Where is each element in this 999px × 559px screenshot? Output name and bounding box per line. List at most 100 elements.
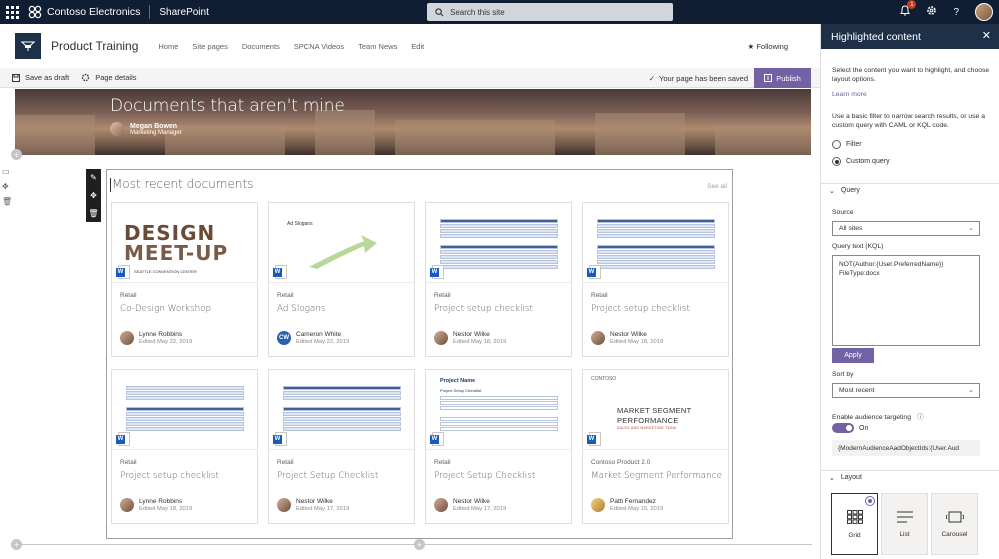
chevron-down-icon: ⌄ xyxy=(829,474,835,482)
document-card[interactable]: W Retail Project Setup Checklist Nestor … xyxy=(268,369,415,524)
card-title[interactable]: Project Setup Checklist xyxy=(434,471,535,481)
site-title[interactable]: Product Training xyxy=(51,39,138,53)
page-title[interactable]: Documents that aren't mine xyxy=(110,96,345,116)
search-box[interactable]: Search this site xyxy=(427,3,673,21)
add-section-top-icon[interactable]: + xyxy=(11,149,22,160)
edit-section-icon[interactable]: ▭ xyxy=(2,167,12,176)
user-avatar[interactable] xyxy=(975,3,993,21)
property-pane-title: Highlighted content xyxy=(831,30,921,43)
word-file-icon: W xyxy=(587,432,601,446)
document-thumbnail: Project Name Project Setup Checklist W xyxy=(426,370,571,450)
card-title[interactable]: Project setup checklist xyxy=(591,304,690,314)
document-card[interactable]: W Retail Project setup checklist Nestor … xyxy=(425,202,572,357)
query-section-label: Query xyxy=(840,187,860,194)
learn-more-link[interactable]: Learn more xyxy=(832,90,990,99)
following-button[interactable]: ★ Following xyxy=(747,42,788,51)
org-name: Contoso Electronics xyxy=(47,6,141,18)
author-avatar xyxy=(277,498,291,512)
notification-count: 1 xyxy=(907,0,917,9)
org-brand[interactable]: Contoso Electronics xyxy=(28,5,140,19)
page-details-label: Page details xyxy=(95,73,137,82)
card-title[interactable]: Project setup checklist xyxy=(120,471,219,481)
card-title[interactable]: Project setup checklist xyxy=(434,304,533,314)
layout-section-toggle[interactable]: ⌄ Layout xyxy=(821,470,999,484)
delete-webpart-icon[interactable]: 🗑 xyxy=(88,209,98,218)
notifications-bell-icon[interactable]: 1 xyxy=(900,0,917,19)
sort-dropdown[interactable]: Most recent ⌄ xyxy=(832,383,980,398)
webpart-toolbar: ✎ ✥ 🗑 xyxy=(86,169,101,222)
nav-documents[interactable]: Documents xyxy=(242,42,280,51)
document-card[interactable]: W Retail Project setup checklist Nestor … xyxy=(582,202,729,357)
save-status: ✓ Your page has been saved xyxy=(649,68,748,88)
site-logo-drone-icon[interactable] xyxy=(15,33,41,59)
radio-custom-query[interactable]: Custom query xyxy=(832,157,890,166)
document-card[interactable]: CONTOSO MARKET SEGMENT PERFORMANCE SALES… xyxy=(582,369,729,524)
audience-query-field[interactable]: {ModernAudienceAadObjectIds:{User.Aud xyxy=(832,440,980,456)
card-author: Nestor Wilke Edited May 17, 2019 xyxy=(434,498,506,512)
author-name: Nestor Wilke xyxy=(610,331,647,338)
author-avatar xyxy=(110,122,124,136)
toggle-switch[interactable] xyxy=(832,423,854,433)
radio-filter-label: Filter xyxy=(846,141,862,148)
edit-webpart-pencil-icon[interactable]: ✎ xyxy=(90,173,97,182)
save-status-text: Your page has been saved xyxy=(659,73,748,83)
nav-site-pages[interactable]: Site pages xyxy=(192,42,227,51)
site-header: Product Training Home Site pages Documen… xyxy=(0,24,820,68)
card-title[interactable]: Ad Slogans xyxy=(277,304,325,314)
radio-filter[interactable]: Filter xyxy=(832,140,862,149)
author-avatar xyxy=(591,331,605,345)
save-as-draft-button[interactable]: Save as draft xyxy=(12,73,69,82)
nav-edit[interactable]: Edit xyxy=(411,42,424,51)
document-card[interactable]: W Retail Project setup checklist Lynne R… xyxy=(111,369,258,524)
layout-carousel-option[interactable]: Carousel xyxy=(931,493,978,555)
settings-gear-icon[interactable] xyxy=(926,5,937,19)
move-section-icon[interactable]: ✥ xyxy=(2,182,12,191)
add-section-bottom-icon[interactable]: + xyxy=(11,539,22,550)
document-card[interactable]: Project Name Project Setup Checklist W R… xyxy=(425,369,572,524)
card-category: Retail xyxy=(277,292,294,299)
document-thumbnail: Ad Slogans W xyxy=(269,203,414,283)
close-icon[interactable]: ✕ xyxy=(982,29,991,42)
add-webpart-icon[interactable]: + xyxy=(414,539,425,550)
carousel-icon xyxy=(945,511,964,522)
card-title[interactable]: Market Segment Performance xyxy=(591,471,722,481)
delete-section-icon[interactable]: 🗑 xyxy=(2,197,12,206)
document-card[interactable]: DESIGN MEET-UP SEATTLE CONVENTION CENTER… xyxy=(111,202,258,357)
layout-grid-option[interactable]: Grid xyxy=(831,493,878,555)
kql-label: Query text (KQL) xyxy=(832,243,884,250)
kql-query-textarea[interactable]: NOT(Author:{User.PreferredName}) FileTyp… xyxy=(832,255,980,346)
webpart-title[interactable]: Most recent documents xyxy=(109,177,253,192)
thumb-contoso: CONTOSO xyxy=(591,376,617,382)
word-file-icon: W xyxy=(430,432,444,446)
card-title[interactable]: Project Setup Checklist xyxy=(277,471,378,481)
layout-list-label: List xyxy=(899,530,910,538)
suite-bar: Contoso Electronics SharePoint Search th… xyxy=(0,0,999,24)
document-card[interactable]: Ad Slogans W Retail Ad Slogans CW Camero… xyxy=(268,202,415,357)
card-category: Retail xyxy=(591,292,608,299)
card-author: Nestor Wilke Edited May 18, 2019 xyxy=(434,331,506,345)
search-placeholder: Search this site xyxy=(450,7,505,17)
thumb-project-name: Project Name xyxy=(440,378,476,384)
slogans-arrow-graphic xyxy=(309,235,377,269)
apply-button[interactable]: Apply xyxy=(832,348,874,363)
nav-spcna-videos[interactable]: SPCNA Videos xyxy=(294,42,344,51)
highlighted-content-webpart[interactable]: Most recent documents See all DESIGN MEE… xyxy=(106,169,733,539)
info-icon[interactable]: ⓘ xyxy=(917,414,924,421)
help-icon[interactable]: ? xyxy=(953,7,959,18)
publish-button[interactable]: Publish xyxy=(754,68,811,88)
layout-list-option[interactable]: List xyxy=(881,493,928,555)
source-dropdown[interactable]: All sites ⌄ xyxy=(832,221,980,236)
app-launcher-icon[interactable] xyxy=(0,0,24,24)
search-icon xyxy=(435,7,444,16)
card-title[interactable]: Co-Design Workshop xyxy=(120,304,211,314)
app-name[interactable]: SharePoint xyxy=(159,7,208,18)
edited-date: Edited May 18, 2019 xyxy=(453,339,507,345)
query-section-toggle[interactable]: ⌄ Query xyxy=(821,183,999,197)
see-all-link[interactable]: See all xyxy=(707,183,727,190)
gear-icon xyxy=(82,73,90,82)
move-webpart-icon[interactable]: ✥ xyxy=(90,191,97,200)
nav-home[interactable]: Home xyxy=(158,42,178,51)
audience-targeting-toggle[interactable]: On xyxy=(832,423,868,433)
page-details-button[interactable]: Page details xyxy=(81,73,136,82)
nav-team-news[interactable]: Team News xyxy=(358,42,397,51)
